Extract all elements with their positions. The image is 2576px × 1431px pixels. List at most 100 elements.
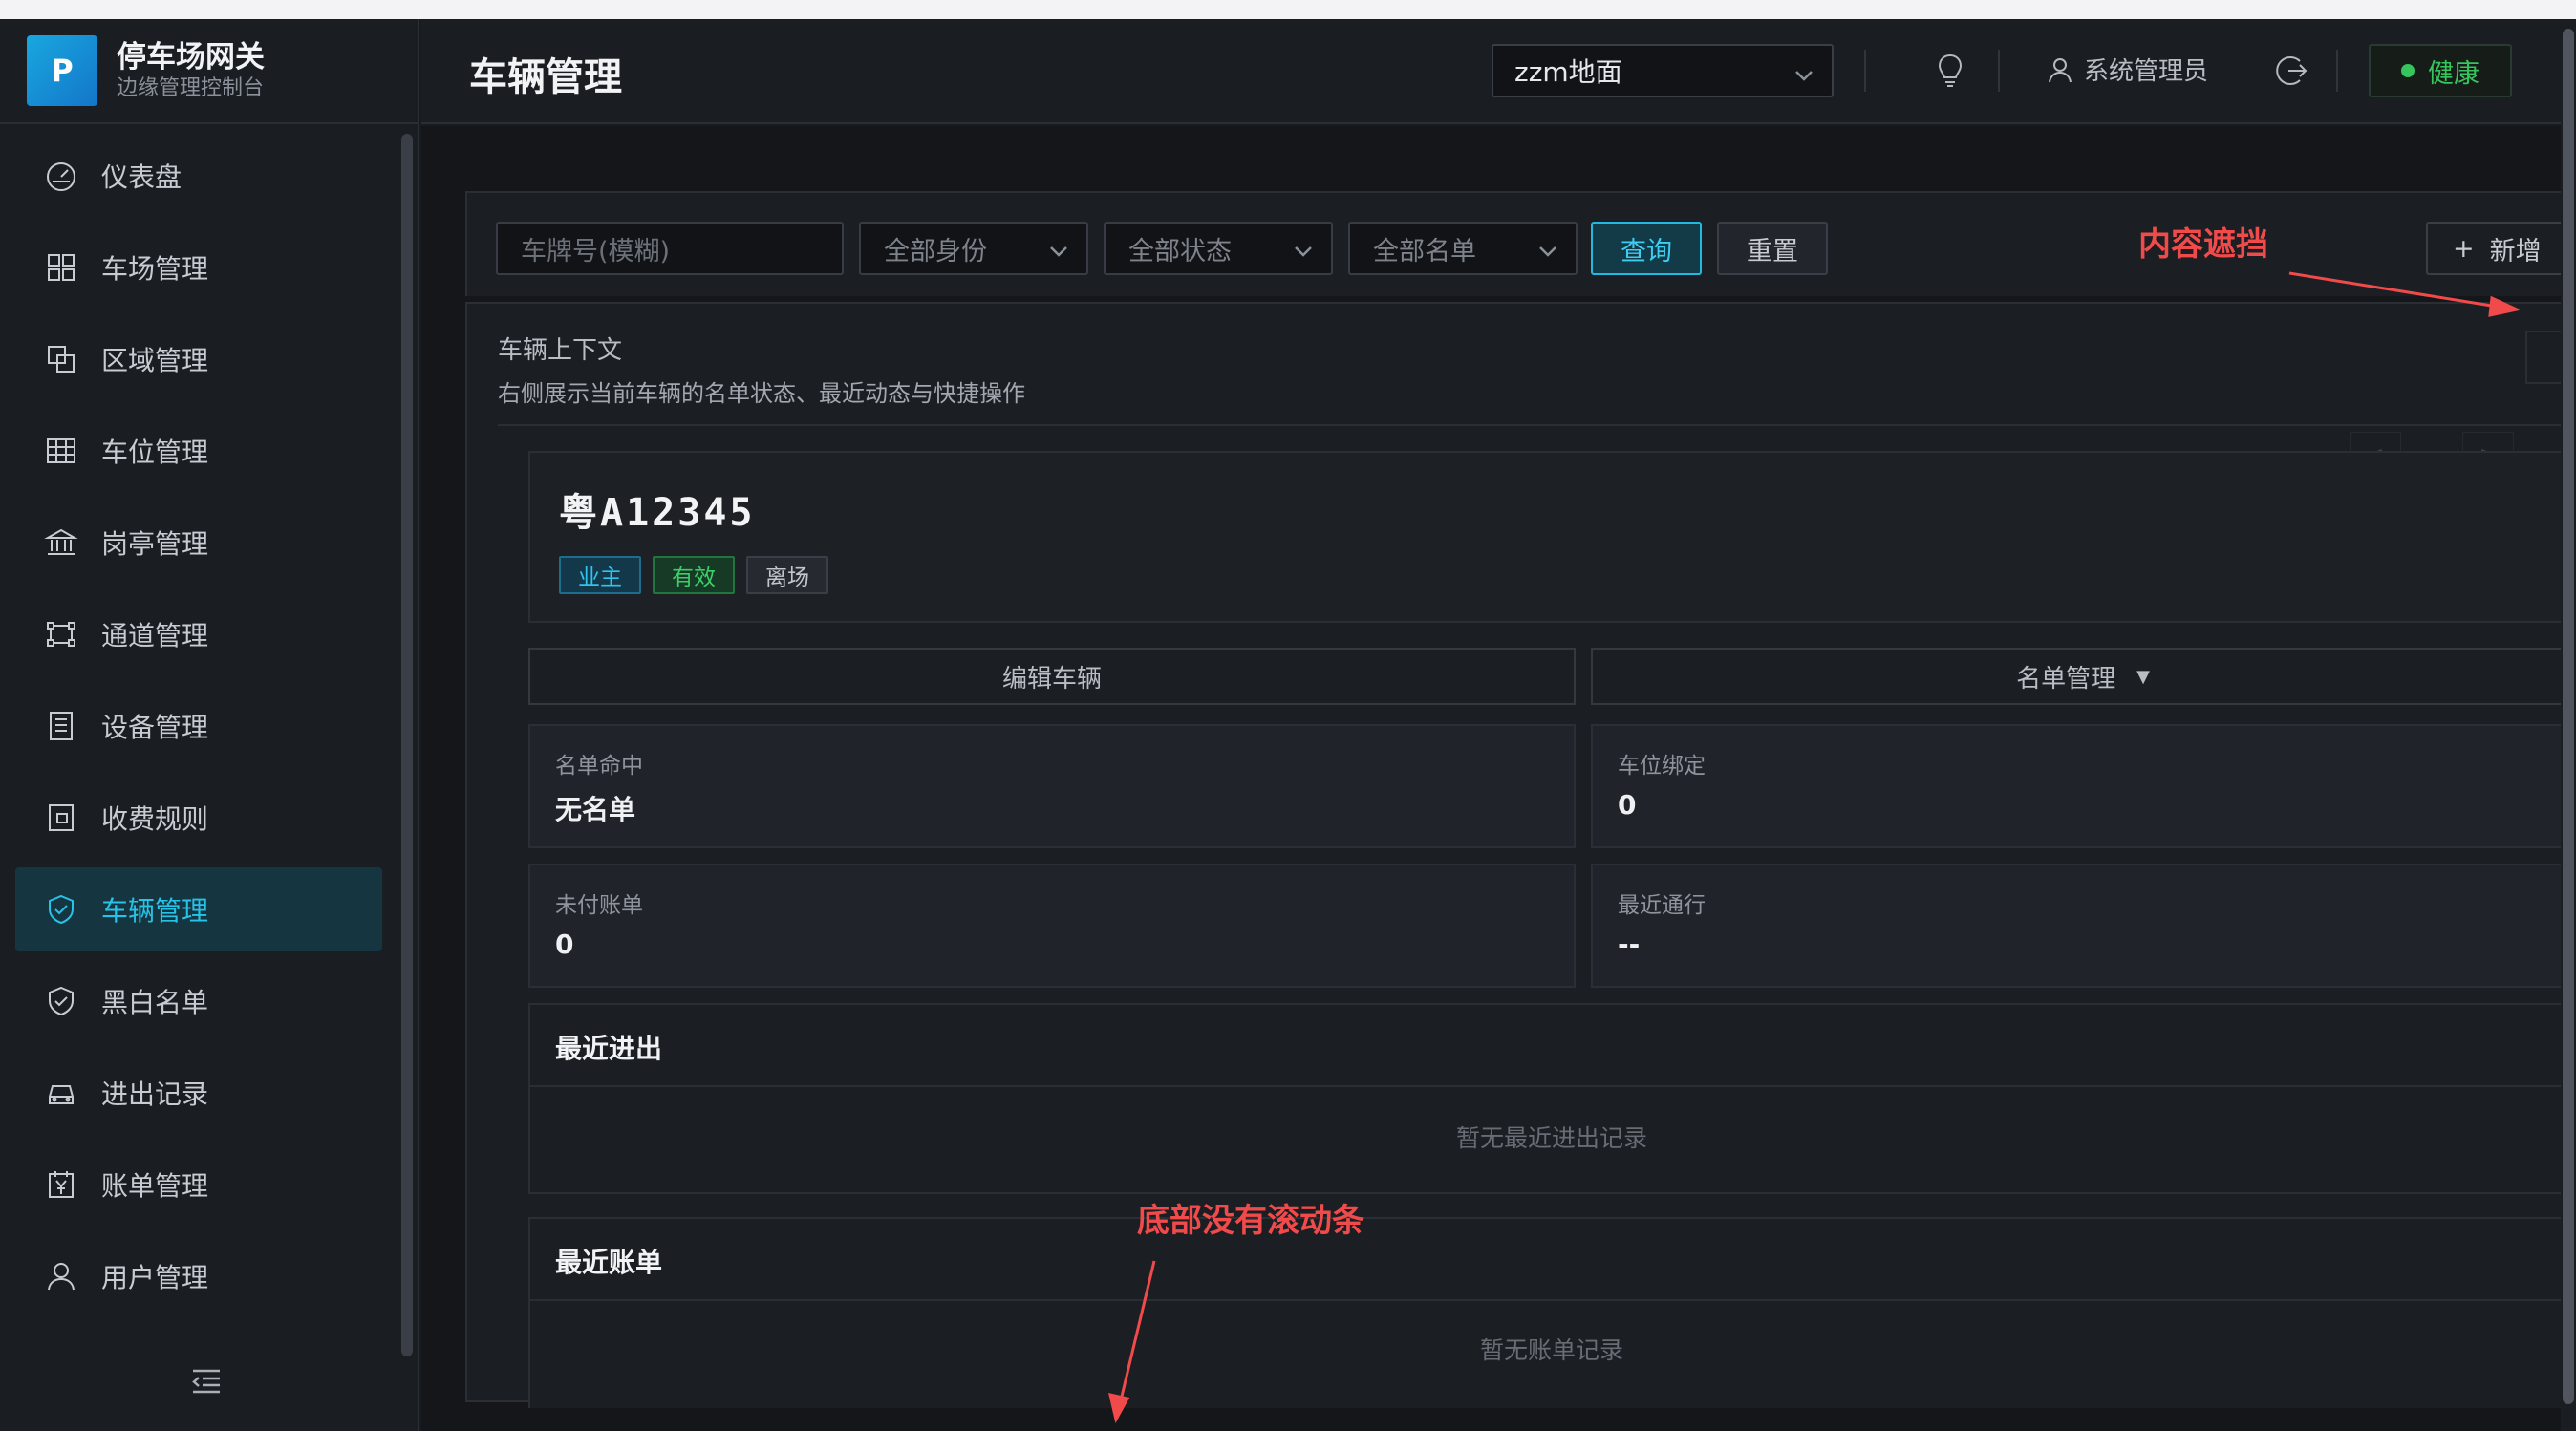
status-select[interactable]: 全部状态 — [1104, 222, 1333, 275]
sidebar-item-label: 车场管理 — [101, 253, 209, 285]
stat-label: 名单命中 — [555, 754, 643, 779]
brand: P 停车场网关 边缘管理控制台 — [0, 19, 418, 124]
car-icon — [42, 1074, 80, 1112]
page-scrollbar[interactable] — [2561, 19, 2576, 1431]
recent-io-section: 最近进出 暂无最近进出记录 — [528, 1003, 2573, 1194]
stat-label: 最近通行 — [1618, 893, 1706, 918]
wallet-icon — [42, 799, 80, 837]
divider — [530, 1085, 2573, 1087]
sidebar-item-label: 收费规则 — [101, 803, 209, 835]
section-title: 最近账单 — [555, 1247, 663, 1278]
page-title: 车辆管理 — [469, 55, 622, 99]
sidebar: P 停车场网关 边缘管理控制台 仪表盘 车场管理 区域管理 车位管理 岗亭管理 … — [0, 19, 419, 1431]
sidebar-item-label: 进出记录 — [101, 1079, 209, 1110]
sidebar-item-label: 用户管理 — [101, 1262, 209, 1293]
list-select-value: 全部名单 — [1373, 236, 1476, 267]
user-name: 系统管理员 — [2084, 57, 2209, 86]
query-button[interactable]: 查询 — [1591, 222, 1702, 275]
header-divider — [1998, 50, 2000, 92]
sidebar-menu: 仪表盘 车场管理 区域管理 车位管理 岗亭管理 通道管理 设备管理 收费规则 车… — [15, 134, 382, 1326]
status-dot-icon — [2401, 64, 2415, 77]
sidebar-item-label: 仪表盘 — [101, 161, 182, 193]
sidebar-item-label: 岗亭管理 — [101, 528, 209, 560]
annotation-no-scrollbar: 底部没有滚动条 — [1137, 1202, 1364, 1240]
gate-icon — [42, 615, 80, 653]
identity-select-value: 全部身份 — [884, 236, 987, 267]
stat-last-pass: 最近通行 -- — [1591, 864, 2573, 988]
reset-button[interactable]: 重置 — [1717, 222, 1828, 275]
sidebar-scrollbar[interactable] — [401, 134, 413, 1356]
sidebar-item-label: 账单管理 — [101, 1170, 209, 1202]
list-select[interactable]: 全部名单 — [1348, 222, 1578, 275]
empty-state-text: 暂无最近进出记录 — [1455, 1124, 1647, 1152]
sidebar-item-devices[interactable]: 设备管理 — [15, 684, 382, 768]
user-icon — [2049, 57, 2072, 82]
stat-value: 无名单 — [555, 794, 636, 825]
lot-select[interactable]: zzm地面 — [1492, 44, 1834, 97]
identity-select[interactable]: 全部身份 — [859, 222, 1088, 275]
sidebar-item-spaces[interactable]: 车位管理 — [15, 409, 382, 493]
grid-icon — [42, 248, 80, 287]
user-icon — [42, 1257, 80, 1295]
user-menu[interactable]: 系统管理员 — [2046, 52, 2208, 87]
stat-value: 0 — [1618, 789, 1637, 821]
collapse-menu-icon[interactable] — [189, 1364, 227, 1402]
occluded-element[interactable] — [2525, 331, 2564, 384]
health-status-label: 健康 — [2428, 58, 2479, 89]
sidebar-item-booths[interactable]: 岗亭管理 — [15, 501, 382, 585]
layers-icon — [42, 340, 80, 378]
left-tag: 离场 — [746, 556, 828, 594]
plus-icon: + — [2453, 233, 2475, 264]
context-subtitle: 右侧展示当前车辆的名单状态、最近动态与快捷操作 — [498, 380, 1025, 407]
shield-icon — [42, 982, 80, 1020]
stat-list-hit: 名单命中 无名单 — [528, 724, 1576, 848]
stat-label: 车位绑定 — [1618, 754, 1706, 779]
plate-number: 粤A12345 — [559, 491, 756, 535]
sidebar-item-lots[interactable]: 车场管理 — [15, 225, 382, 310]
sidebar-item-vehicles[interactable]: 车辆管理 — [15, 867, 382, 951]
sidebar-item-label: 设备管理 — [101, 712, 209, 743]
main-content: 车牌号(模糊) 全部身份 全部状态 全部名单 查询 重置 + 新增 车辆上下文 — [421, 126, 2573, 1431]
sidebar-item-label: 车辆管理 — [101, 895, 209, 927]
brand-logo: P — [27, 35, 97, 106]
recent-bills-section: 最近账单 暂无账单记录 — [528, 1217, 2573, 1408]
sidebar-item-bills[interactable]: 账单管理 — [15, 1143, 382, 1227]
sidebar-item-zones[interactable]: 区域管理 — [15, 317, 382, 401]
top-header: 车辆管理 zzm地面 系统管理员 健康 — [421, 19, 2561, 124]
header-divider — [1864, 50, 1866, 92]
bill-icon — [42, 1165, 80, 1204]
edit-vehicle-button[interactable]: 编辑车辆 — [528, 648, 1576, 705]
chevron-down-icon — [1537, 239, 1558, 260]
list-management-label: 名单管理 — [2016, 664, 2116, 694]
list-management-dropdown[interactable]: 名单管理 ▼ — [1591, 648, 2573, 705]
divider — [530, 1299, 2573, 1301]
caret-down-icon: ▼ — [2136, 666, 2150, 687]
scrollbar-thumb[interactable] — [2563, 29, 2574, 1404]
chevron-down-icon — [1793, 61, 1814, 82]
lightbulb-icon[interactable] — [1931, 52, 1969, 94]
device-icon — [42, 707, 80, 745]
annotation-occlusion: 内容遮挡 — [2138, 225, 2268, 264]
brand-subtitle: 边缘管理控制台 — [117, 76, 265, 100]
plate-search-input[interactable]: 车牌号(模糊) — [496, 222, 844, 275]
sidebar-item-lanes[interactable]: 通道管理 — [15, 592, 382, 676]
empty-state-text: 暂无账单记录 — [1479, 1336, 1623, 1364]
sidebar-item-users[interactable]: 用户管理 — [15, 1234, 382, 1318]
stat-value: -- — [1618, 929, 1641, 960]
valid-tag: 有效 — [653, 556, 735, 594]
sidebar-item-records[interactable]: 进出记录 — [15, 1051, 382, 1135]
sidebar-item-label: 车位管理 — [101, 437, 209, 468]
chevron-down-icon — [1048, 239, 1069, 260]
sidebar-item-fees[interactable]: 收费规则 — [15, 776, 382, 860]
header-divider — [2336, 50, 2338, 92]
add-vehicle-button[interactable]: + 新增 — [2426, 222, 2569, 275]
sidebar-item-label: 通道管理 — [101, 620, 209, 651]
chevron-down-icon — [1293, 239, 1314, 260]
sidebar-item-label: 区域管理 — [101, 345, 209, 376]
owner-tag: 业主 — [559, 556, 641, 594]
sidebar-item-blackwhite[interactable]: 黑白名单 — [15, 959, 382, 1043]
sidebar-item-dashboard[interactable]: 仪表盘 — [15, 134, 382, 218]
divider — [498, 424, 2562, 426]
logout-icon[interactable] — [2271, 52, 2309, 94]
shield-check-icon — [42, 890, 80, 929]
